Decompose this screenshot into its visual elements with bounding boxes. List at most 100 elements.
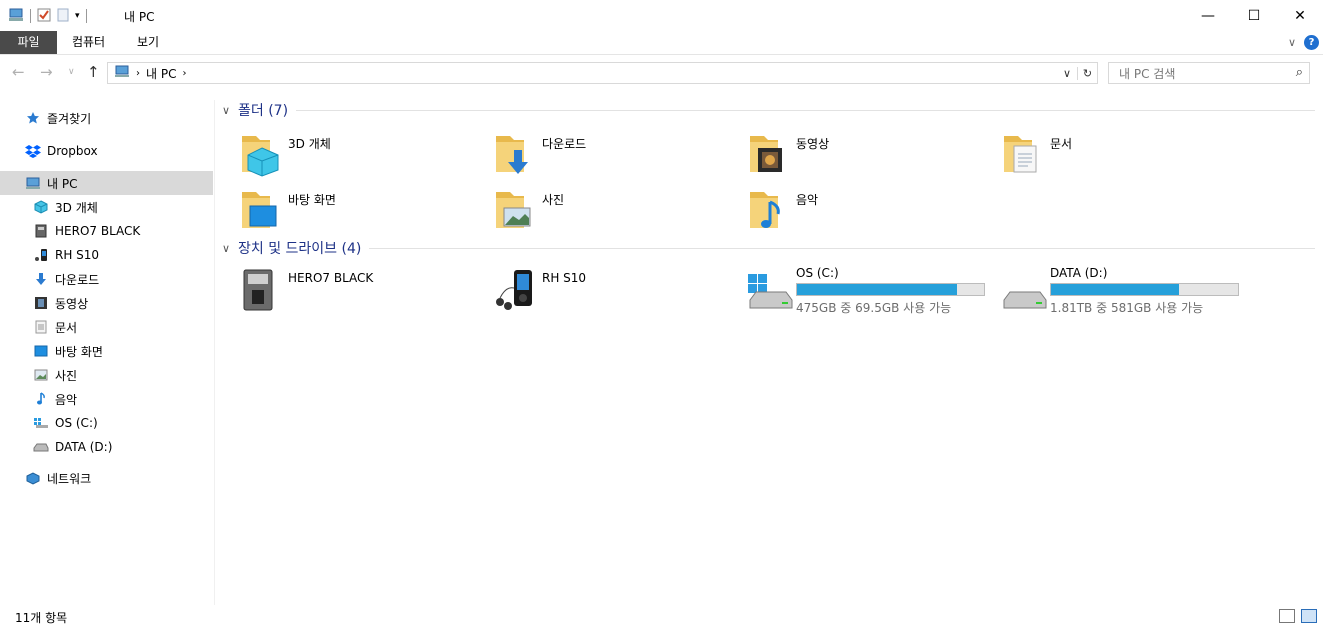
search-input[interactable]: 내 PC 검색 <box>1119 65 1175 82</box>
forward-icon[interactable]: → <box>40 63 53 81</box>
sidebar-item-label: 다운로드 <box>55 272 100 287</box>
devices-group-header[interactable]: ∨ 장치 및 드라이브 (4) <box>222 237 1315 259</box>
computer-icon <box>25 175 41 191</box>
folder-videos[interactable]: 동영상 <box>730 130 980 180</box>
group-divider <box>296 109 1315 111</box>
folder-label: 동영상 <box>796 137 830 151</box>
expand-ribbon-icon[interactable]: ∨ <box>1288 36 1296 49</box>
close-button[interactable]: ✕ <box>1277 0 1323 31</box>
sidebar-item-label: RH S10 <box>55 248 100 262</box>
sidebar-item-this-pc[interactable]: 내 PC <box>0 171 213 195</box>
sidebar-item-label: 바탕 화면 <box>55 344 103 359</box>
minimize-button[interactable]: — <box>1185 0 1231 31</box>
folder-documents[interactable]: 문서 <box>984 130 1234 180</box>
tab-view[interactable]: 보기 <box>120 31 176 54</box>
media-player-device-icon <box>492 266 540 314</box>
sidebar-item-hero7[interactable]: HERO7 BLACK <box>0 219 213 243</box>
recent-locations-icon[interactable]: ∨ <box>68 67 75 77</box>
group-divider <box>369 247 1315 249</box>
maximize-button[interactable]: ☐ <box>1231 0 1277 31</box>
breadcrumb-item[interactable]: 내 PC <box>146 65 176 82</box>
refresh-icon[interactable]: ↻ <box>1077 66 1097 80</box>
folder-3d-objects[interactable]: 3D 개체 <box>222 130 472 180</box>
drive-icon <box>33 439 49 455</box>
sidebar-item-label: 내 PC <box>47 176 78 191</box>
group-title: 폴더 (7) <box>238 103 289 119</box>
sidebar-item-videos[interactable]: 동영상 <box>0 291 213 315</box>
ribbon-tabs: 파일 컴퓨터 보기 ∨ ? <box>0 31 1323 55</box>
sidebar-item-pictures[interactable]: 사진 <box>0 363 213 387</box>
up-icon[interactable]: ↑ <box>87 63 100 81</box>
folder-desktop[interactable]: 바탕 화면 <box>222 186 472 236</box>
music-icon <box>33 391 49 407</box>
device-rh-s10[interactable]: RH S10 <box>476 266 726 316</box>
window-title: 내 PC <box>124 10 155 24</box>
dropbox-icon <box>25 143 41 159</box>
sidebar-item-data-d[interactable]: DATA (D:) <box>0 435 213 459</box>
drive-os-c[interactable]: OS (C:) 475GB 중 69.5GB 사용 가능 <box>730 266 985 316</box>
sidebar-item-music[interactable]: 음악 <box>0 387 213 411</box>
view-switcher <box>1279 609 1317 623</box>
folder-music[interactable]: 음악 <box>730 186 980 236</box>
folder-label: 3D 개체 <box>288 137 331 151</box>
breadcrumb: › 내 PC › <box>108 65 186 82</box>
address-dropdown-icon[interactable]: ∨ <box>1057 67 1077 80</box>
folder-picture-icon <box>492 186 540 234</box>
sidebar-item-label: 사진 <box>55 368 78 383</box>
drive-usage-text: 475GB 중 69.5GB 사용 가능 <box>796 301 952 315</box>
back-icon[interactable]: ← <box>12 63 25 81</box>
properties-icon[interactable] <box>37 8 51 25</box>
folder-label: 문서 <box>1050 137 1073 151</box>
search-box[interactable]: 내 PC 검색 ⌕ <box>1108 62 1310 84</box>
navigation-pane: 즐겨찾기 Dropbox 내 PC 3D 개체 HERO7 BLACK RH S… <box>0 100 215 605</box>
sidebar-item-favorites[interactable]: 즐겨찾기 <box>0 106 213 130</box>
folder-downloads[interactable]: 다운로드 <box>476 130 726 180</box>
large-icons-view-icon[interactable] <box>1301 609 1317 623</box>
search-icon[interactable]: ⌕ <box>1296 65 1303 80</box>
chevron-down-icon[interactable]: ∨ <box>222 104 238 117</box>
computer-icon[interactable] <box>8 8 24 25</box>
folder-pictures[interactable]: 사진 <box>476 186 726 236</box>
tab-computer[interactable]: 컴퓨터 <box>57 31 120 54</box>
folder-music-icon <box>746 186 794 234</box>
help-icon[interactable]: ? <box>1304 35 1319 50</box>
device-hero7[interactable]: HERO7 BLACK <box>222 266 472 316</box>
picture-icon <box>33 367 49 383</box>
ribbon-controls: ∨ ? <box>1288 35 1319 50</box>
sidebar-item-dropbox[interactable]: Dropbox <box>0 139 213 163</box>
folder-video-icon <box>746 130 794 178</box>
address-bar[interactable]: › 내 PC › ∨ ↻ <box>107 62 1098 84</box>
usage-bar-fill <box>797 284 957 295</box>
drive-data-d[interactable]: DATA (D:) 1.81TB 중 581GB 사용 가능 <box>984 266 1239 316</box>
sidebar-item-documents[interactable]: 문서 <box>0 315 213 339</box>
sidebar-item-network[interactable]: 네트워크 <box>0 466 213 490</box>
sidebar-item-label: DATA (D:) <box>55 440 113 454</box>
cube-icon <box>33 199 49 215</box>
customize-toolbar-icon[interactable]: ▾ <box>75 11 80 21</box>
sidebar-item-rh-s10[interactable]: RH S10 <box>0 243 213 267</box>
folder-label: 다운로드 <box>542 137 587 151</box>
media-player-icon <box>33 247 49 263</box>
star-icon <box>25 110 41 126</box>
chevron-down-icon[interactable]: ∨ <box>222 242 238 255</box>
toolbar-separator <box>85 9 87 23</box>
group-title: 장치 및 드라이브 (4) <box>238 241 362 257</box>
sidebar-item-label: HERO7 BLACK <box>55 224 141 238</box>
minimize-icon: — <box>1201 7 1215 24</box>
sidebar-item-downloads[interactable]: 다운로드 <box>0 267 213 291</box>
device-label: HERO7 BLACK <box>288 271 374 285</box>
folder-desktop-icon <box>238 186 286 234</box>
desktop-icon <box>33 343 49 359</box>
sidebar-item-os-c[interactable]: OS (C:) <box>0 411 213 435</box>
breadcrumb-separator-icon[interactable]: › <box>182 68 186 79</box>
quick-access-toolbar: ▾ <box>8 7 87 25</box>
sidebar-item-desktop[interactable]: 바탕 화면 <box>0 339 213 363</box>
new-folder-icon[interactable] <box>57 8 69 25</box>
folders-group-header[interactable]: ∨ 폴더 (7) <box>222 99 1315 121</box>
sidebar-item-3d-objects[interactable]: 3D 개체 <box>0 195 213 219</box>
tab-file[interactable]: 파일 <box>0 31 57 54</box>
window-controls: — ☐ ✕ <box>1185 0 1323 31</box>
network-icon <box>25 470 41 486</box>
breadcrumb-separator-icon[interactable]: › <box>136 68 140 79</box>
details-view-icon[interactable] <box>1279 609 1295 623</box>
